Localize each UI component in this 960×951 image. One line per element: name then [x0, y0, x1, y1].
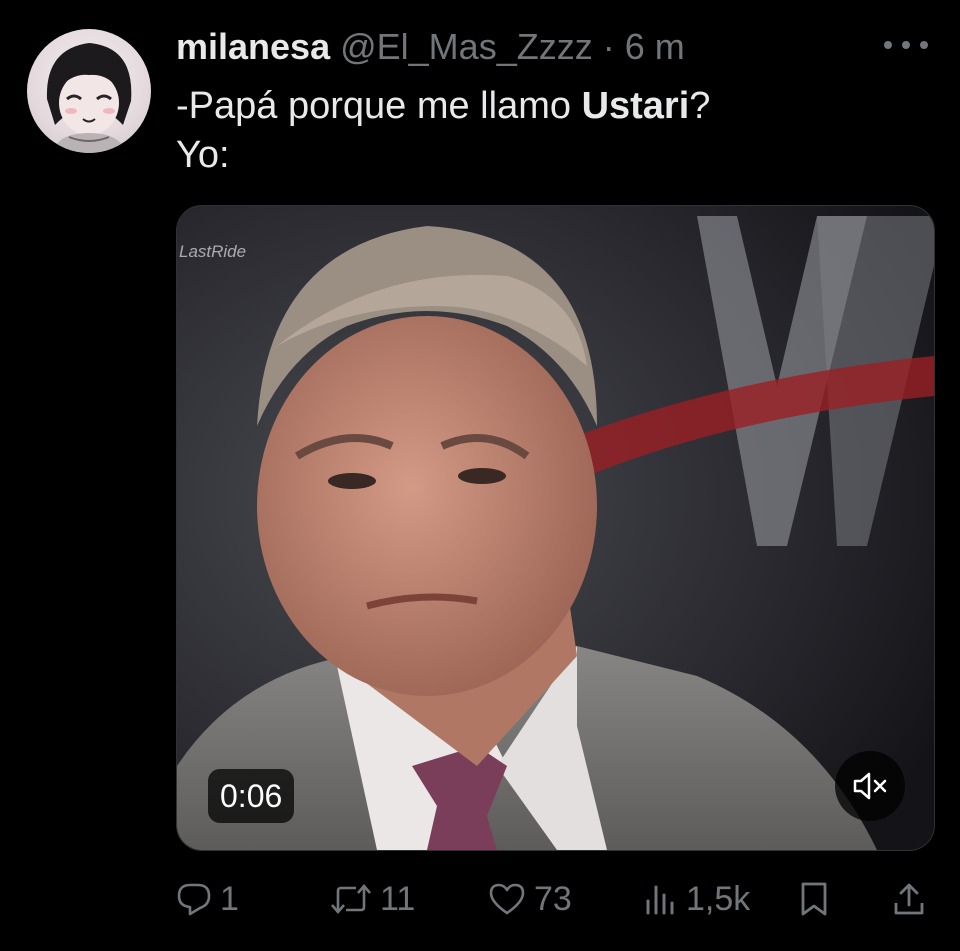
post-text-line1: -Papá porque me llamo Ustari? [176, 85, 711, 127]
reply-icon [177, 883, 211, 916]
handle[interactable]: @El_Mas_Zzzz [340, 26, 593, 67]
views-chart-icon [646, 885, 674, 915]
post-text-bold: Ustari [581, 85, 690, 127]
repost-count: 11 [380, 879, 416, 918]
heart-icon [489, 883, 525, 915]
like-count: 73 [534, 879, 572, 918]
views-count: 1,5k [686, 879, 751, 918]
like-button[interactable]: 73 [488, 871, 572, 927]
share-button[interactable] [892, 871, 926, 927]
repost-icon [331, 884, 371, 914]
bookmark-button[interactable] [798, 871, 830, 927]
repost-button[interactable]: 11 [330, 871, 415, 927]
post-text-line2: Yo: [176, 134, 230, 176]
mute-button[interactable] [835, 751, 905, 821]
avatar[interactable] [27, 29, 151, 153]
reply-button[interactable]: 1 [176, 871, 239, 927]
video-duration: 0:06 [208, 769, 295, 823]
more-options-button[interactable] [884, 30, 928, 60]
video-frame [177, 206, 934, 850]
action-bar: 1 11 73 1,5k [176, 871, 936, 927]
more-dots-icon [884, 41, 892, 49]
speaker-muted-icon [853, 772, 887, 800]
video-watermark: LastRide [179, 242, 247, 261]
post-text: -Papá porque me llamo Ustari? Yo: [176, 82, 710, 180]
avatar-image [46, 43, 132, 153]
reply-count: 1 [220, 879, 239, 918]
post-header: milanesa @El_Mas_Zzzz · 6 m [176, 24, 685, 70]
more-dots-icon [902, 41, 910, 49]
more-dots-icon [920, 41, 928, 49]
tweet[interactable]: milanesa @El_Mas_Zzzz · 6 m -Papá porque… [0, 0, 960, 951]
post-time[interactable]: 6 m [625, 26, 685, 67]
share-icon [894, 883, 924, 915]
bookmark-icon [801, 882, 827, 916]
video-player[interactable]: LastRide 0:06 [176, 205, 935, 851]
meta-separator: · [602, 26, 615, 67]
display-name[interactable]: milanesa [176, 26, 330, 67]
views-button[interactable]: 1,5k [644, 871, 750, 927]
